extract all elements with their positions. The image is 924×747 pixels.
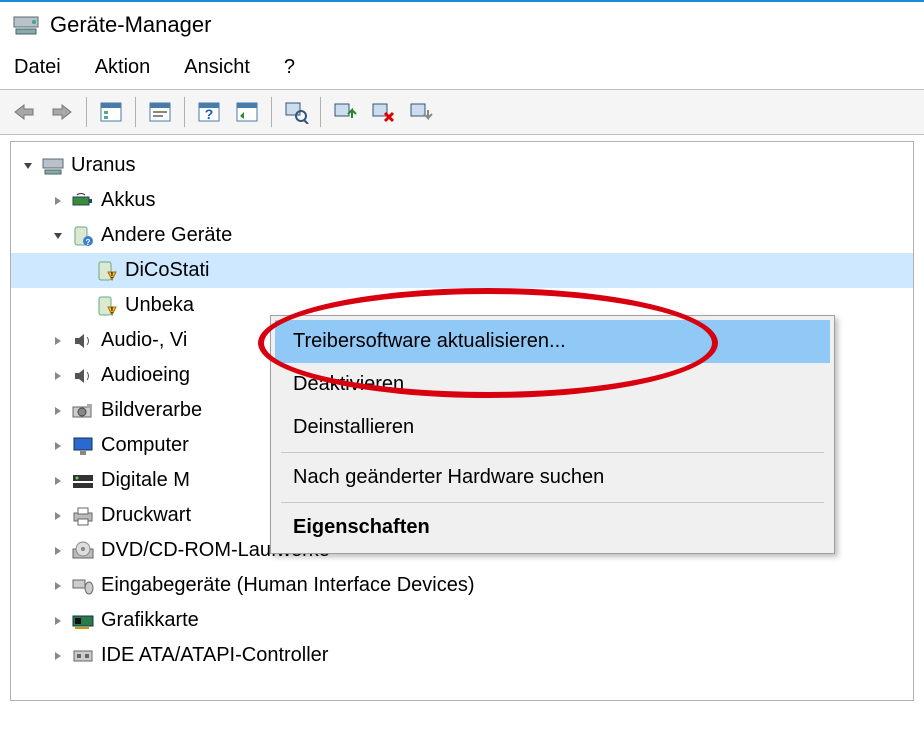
tree-item-dicostation[interactable]: ! DiCoStati	[11, 253, 913, 288]
media-device-icon	[71, 469, 95, 493]
tree-label: Unbeka	[125, 294, 194, 317]
chevron-right-icon[interactable]	[49, 507, 67, 525]
ctx-uninstall[interactable]: Deinstallieren	[275, 406, 830, 449]
monitor-icon	[71, 434, 95, 458]
svg-text:?: ?	[86, 238, 91, 247]
tree-label: Grafikkarte	[101, 609, 199, 632]
chevron-right-icon[interactable]	[49, 472, 67, 490]
warning-device-icon: !	[95, 259, 119, 283]
chevron-right-icon[interactable]	[49, 542, 67, 560]
toolbar-separator	[320, 97, 321, 127]
menubar: Datei Aktion Ansicht ?	[0, 54, 924, 89]
tree-label: Audioeing	[101, 364, 190, 387]
ctx-separator	[281, 452, 824, 453]
tree-label: Eingabegeräte (Human Interface Devices)	[101, 574, 475, 597]
camera-icon	[71, 399, 95, 423]
chevron-right-icon[interactable]	[49, 367, 67, 385]
printer-icon	[71, 504, 95, 528]
tree-label: Akkus	[101, 189, 155, 212]
titlebar: Geräte-Manager	[0, 0, 924, 54]
nav-forward-button[interactable]	[44, 94, 80, 130]
ctx-scan-hardware[interactable]: Nach geänderter Hardware suchen	[275, 456, 830, 499]
device-manager-icon	[12, 13, 40, 37]
refresh-list-button[interactable]	[229, 94, 265, 130]
tree-label: Digitale M	[101, 469, 190, 492]
chevron-right-icon[interactable]	[49, 612, 67, 630]
tree-label: Bildverarbe	[101, 399, 202, 422]
ctx-deactivate[interactable]: Deaktivieren	[275, 363, 830, 406]
warning-device-icon: !	[95, 294, 119, 318]
tree-label: IDE ATA/ATAPI-Controller	[101, 644, 328, 667]
tree-label: Audio-, Vi	[101, 329, 187, 352]
menu-file[interactable]: Datei	[14, 56, 61, 79]
ctx-separator	[281, 502, 824, 503]
toolbar-separator	[135, 97, 136, 127]
toolbar-separator	[86, 97, 87, 127]
tree-label: Computer	[101, 434, 189, 457]
battery-icon	[71, 189, 95, 213]
svg-text:!: !	[111, 306, 114, 315]
ctx-update-driver[interactable]: Treibersoftware aktualisieren...	[275, 320, 830, 363]
tree-root[interactable]: Uranus	[11, 148, 913, 183]
context-menu: Treibersoftware aktualisieren... Deaktiv…	[270, 315, 835, 554]
tree-label: Druckwart	[101, 504, 191, 527]
chevron-right-icon[interactable]	[49, 402, 67, 420]
chevron-down-icon[interactable]	[19, 157, 37, 175]
ctx-properties[interactable]: Eigenschaften	[275, 506, 830, 549]
tree-label: DiCoStati	[125, 259, 209, 282]
computer-icon	[41, 154, 65, 178]
tree-label: Uranus	[71, 154, 135, 177]
nav-back-button[interactable]	[6, 94, 42, 130]
properties-button[interactable]	[142, 94, 178, 130]
toolbar-separator	[184, 97, 185, 127]
tree-item-batteries[interactable]: Akkus	[11, 183, 913, 218]
svg-text:?: ?	[205, 106, 214, 122]
uninstall-button[interactable]	[365, 94, 401, 130]
unknown-device-icon: ?	[71, 224, 95, 248]
help-button[interactable]: ?	[191, 94, 227, 130]
update-driver-button[interactable]	[327, 94, 363, 130]
chevron-right-icon[interactable]	[49, 192, 67, 210]
tree-label: Andere Geräte	[101, 224, 232, 247]
gpu-icon	[71, 609, 95, 633]
chevron-right-icon[interactable]	[49, 577, 67, 595]
toolbar: ?	[0, 89, 924, 135]
tree-item-hid[interactable]: Eingabegeräte (Human Interface Devices)	[11, 568, 913, 603]
disc-drive-icon	[71, 539, 95, 563]
toolbar-separator	[271, 97, 272, 127]
show-hide-button[interactable]	[93, 94, 129, 130]
svg-text:!: !	[111, 271, 114, 280]
chevron-right-icon[interactable]	[49, 437, 67, 455]
tree-item-other-devices[interactable]: ? Andere Geräte	[11, 218, 913, 253]
chevron-right-icon[interactable]	[49, 647, 67, 665]
hid-icon	[71, 574, 95, 598]
menu-action[interactable]: Aktion	[95, 56, 151, 79]
scan-hardware-button[interactable]	[278, 94, 314, 130]
menu-help[interactable]: ?	[284, 56, 295, 79]
speaker-icon	[71, 364, 95, 388]
chevron-right-icon[interactable]	[49, 332, 67, 350]
speaker-icon	[71, 329, 95, 353]
tree-item-ide[interactable]: IDE ATA/ATAPI-Controller	[11, 638, 913, 673]
tree-item-display[interactable]: Grafikkarte	[11, 603, 913, 638]
controller-icon	[71, 644, 95, 668]
disable-button[interactable]	[403, 94, 439, 130]
window-title: Geräte-Manager	[50, 12, 211, 38]
menu-view[interactable]: Ansicht	[184, 56, 250, 79]
chevron-down-icon[interactable]	[49, 227, 67, 245]
